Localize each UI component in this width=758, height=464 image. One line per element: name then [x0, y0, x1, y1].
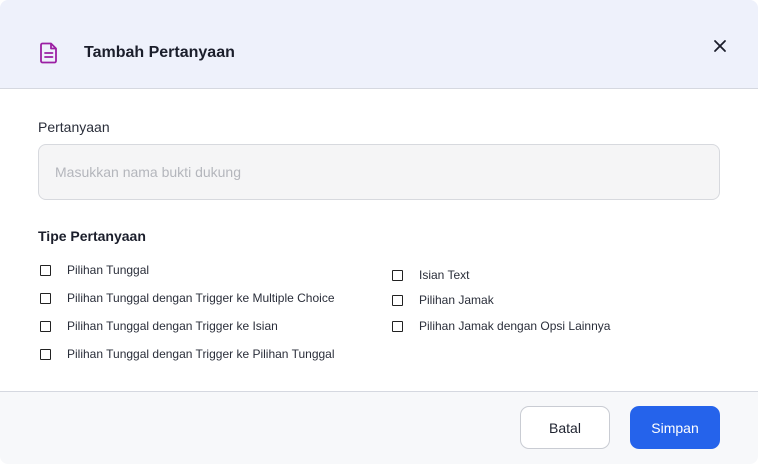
dialog-header: Tambah Pertanyaan	[0, 0, 758, 89]
option-multiple-choice-other[interactable]: Pilihan Jamak dengan Opsi Lainnya	[392, 317, 610, 335]
add-question-dialog: Tambah Pertanyaan Pertanyaan Tipe Pertan…	[0, 0, 758, 464]
question-type-title: Tipe Pertanyaan	[38, 228, 146, 244]
question-label: Pertanyaan	[38, 119, 110, 135]
question-input[interactable]	[38, 144, 720, 200]
option-text-input[interactable]: Isian Text	[392, 266, 469, 284]
checkbox[interactable]	[392, 320, 403, 332]
option-label: Isian Text	[419, 268, 470, 282]
checkbox[interactable]	[40, 348, 51, 360]
cancel-button[interactable]: Batal	[520, 406, 610, 449]
option-single-trigger-multiple-choice[interactable]: Pilihan Tunggal dengan Trigger ke Multip…	[40, 289, 335, 307]
close-icon[interactable]	[708, 34, 732, 58]
save-button[interactable]: Simpan	[630, 406, 720, 449]
checkbox[interactable]	[40, 264, 51, 276]
checkbox[interactable]	[40, 320, 51, 332]
option-label: Pilihan Tunggal dengan Trigger ke Piliha…	[67, 347, 335, 361]
option-single-trigger-text[interactable]: Pilihan Tunggal dengan Trigger ke Isian	[40, 317, 278, 335]
option-single-trigger-single-choice[interactable]: Pilihan Tunggal dengan Trigger ke Piliha…	[40, 345, 335, 363]
dialog-title: Tambah Pertanyaan	[84, 44, 235, 61]
checkbox[interactable]	[392, 269, 403, 281]
option-label: Pilihan Tunggal dengan Trigger ke Multip…	[67, 291, 335, 305]
checkbox[interactable]	[392, 294, 403, 306]
option-label: Pilihan Tunggal dengan Trigger ke Isian	[67, 319, 278, 333]
document-icon	[40, 42, 58, 64]
checkbox[interactable]	[40, 292, 51, 304]
option-label: Pilihan Tunggal	[67, 263, 150, 277]
option-single-choice[interactable]: Pilihan Tunggal	[40, 261, 149, 279]
option-label: Pilihan Jamak	[419, 293, 494, 307]
option-multiple-choice[interactable]: Pilihan Jamak	[392, 291, 494, 309]
option-label: Pilihan Jamak dengan Opsi Lainnya	[419, 319, 611, 333]
